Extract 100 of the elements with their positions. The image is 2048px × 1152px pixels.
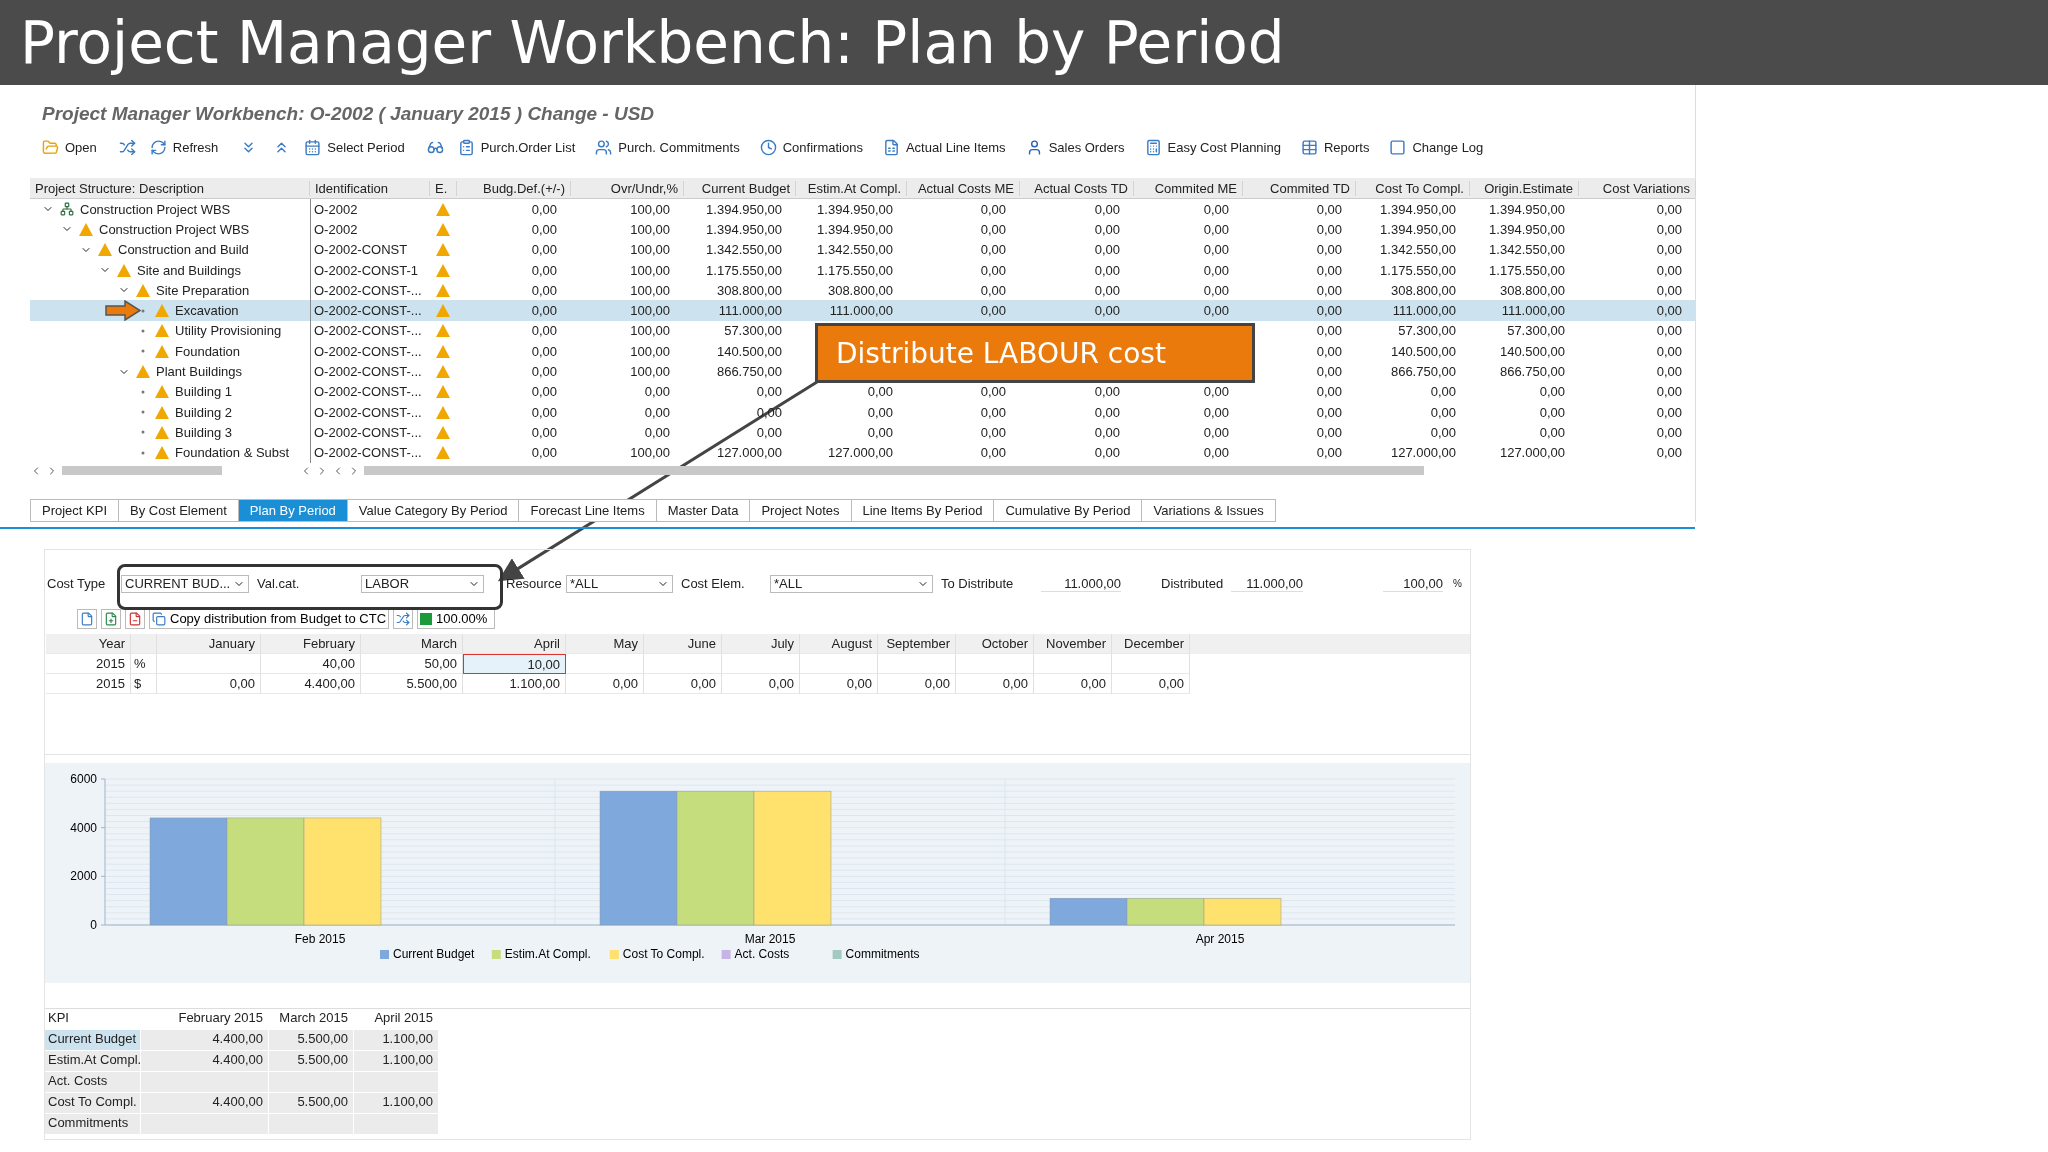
column-header[interactable]: Estim.At Compl.: [796, 180, 907, 196]
toolbar-button[interactable]: Change Log: [1383, 133, 1498, 161]
toolbar-button[interactable]: Purch. Commitments: [589, 133, 754, 161]
table-cell[interactable]: [644, 653, 722, 674]
toolbar-button[interactable]: [393, 608, 414, 629]
table-cell[interactable]: [566, 653, 644, 674]
table-cell[interactable]: 40,00: [261, 653, 361, 674]
tab[interactable]: By Cost Element: [118, 498, 238, 522]
column-header[interactable]: Commited ME: [1134, 180, 1243, 196]
tab[interactable]: Plan By Period: [237, 498, 347, 522]
scrollbar[interactable]: [364, 466, 1424, 476]
table-cell: O-2002-CONST-...: [310, 361, 430, 382]
toolbar-button[interactable]: Select Period: [298, 133, 419, 161]
table-cell[interactable]: 0,00: [956, 673, 1034, 694]
tree-label[interactable]: Site Preparation: [156, 282, 250, 298]
tree-label[interactable]: Utility Provisioning: [175, 323, 282, 339]
table-cell[interactable]: 0,00: [1112, 673, 1190, 694]
table-cell[interactable]: [956, 653, 1034, 674]
dropdown[interactable]: LABOR: [361, 574, 484, 593]
table-cell[interactable]: [1034, 653, 1112, 674]
tree-label[interactable]: Building 2: [175, 404, 233, 420]
toolbar-button[interactable]: Actual Line Items: [876, 133, 1020, 161]
column-header[interactable]: Ovr/Undr,%: [571, 180, 684, 196]
tree-label[interactable]: Construction Project WBS: [80, 201, 231, 217]
toolbar-button[interactable]: Sales Orders: [1019, 133, 1139, 161]
tree-label[interactable]: Foundation & Subst: [175, 445, 290, 461]
table-cell[interactable]: 0,00: [1034, 673, 1112, 694]
tree-label[interactable]: Building 1: [175, 384, 233, 400]
row-header[interactable]: Cost To Compl.: [45, 1092, 141, 1114]
tree-label[interactable]: Building 3: [175, 424, 233, 440]
toolbar-button[interactable]: Confirmations: [753, 133, 877, 161]
selected-row[interactable]: Excavation O-2002-CONST-... 0,00 100,00 111.000,00 111.000,00 0,00 0,00 0,00 0,00 111.000,00 111.000,00 0,00: [30, 300, 1695, 321]
tree-label[interactable]: Excavation: [175, 303, 239, 319]
tree-label[interactable]: Foundation: [175, 343, 241, 359]
table-cell[interactable]: 5.500,00: [361, 673, 463, 694]
table-cell-text: 0,00: [1316, 424, 1343, 440]
table-cell[interactable]: 10,00: [463, 653, 566, 674]
unit-text: %: [1453, 578, 1462, 590]
column-header[interactable]: E.: [430, 180, 457, 196]
table-cell[interactable]: 0,00: [722, 673, 800, 694]
scrollbar[interactable]: [62, 466, 222, 476]
table-cell[interactable]: 0,00: [800, 673, 878, 694]
tab[interactable]: Line Items By Period: [850, 498, 994, 522]
column-header[interactable]: Budg.Def.(+/-): [457, 180, 571, 196]
toolbar-button[interactable]: [125, 608, 145, 629]
column-header[interactable]: Cost To Compl.: [1356, 180, 1470, 196]
pointer-arrow-icon: [105, 300, 141, 322]
table-cell[interactable]: 1.100,00: [463, 673, 566, 694]
table-cell-text: 0,00: [644, 424, 671, 440]
users-icon: [595, 138, 613, 156]
column-header[interactable]: Project Structure: Description: [30, 180, 310, 196]
table-cell: $: [131, 673, 157, 694]
share-dropdown[interactable]: 100.00%: [417, 608, 496, 629]
tab[interactable]: Master Data: [655, 498, 750, 522]
toolbar-button[interactable]: Refresh: [143, 133, 233, 161]
column-header[interactable]: Origin.Estimate: [1470, 180, 1579, 196]
tab[interactable]: Variations & Issues: [1141, 498, 1276, 522]
tab[interactable]: Project KPI: [30, 498, 119, 522]
tab[interactable]: Project Notes: [749, 498, 851, 522]
table-cell[interactable]: [722, 653, 800, 674]
tree-label[interactable]: Site and Buildings: [137, 262, 242, 278]
copy-button[interactable]: Copy distribution from Budget to CTC: [149, 608, 390, 629]
column-header[interactable]: Current Budget: [684, 180, 796, 196]
column-header[interactable]: Actual Costs ME: [907, 180, 1020, 196]
tree-label[interactable]: Construction and Build: [118, 242, 249, 258]
column-header[interactable]: Identification: [310, 180, 430, 196]
table-cell[interactable]: [1112, 653, 1190, 674]
table-cell[interactable]: [157, 653, 261, 674]
table-cell[interactable]: [878, 653, 956, 674]
tree-label[interactable]: Construction Project WBS: [99, 221, 250, 237]
toolbar-button[interactable]: Open: [36, 133, 111, 161]
dropdown[interactable]: *ALL: [770, 574, 933, 593]
table-cell[interactable]: 0,00: [644, 673, 722, 694]
column-header[interactable]: Commited TD: [1243, 180, 1356, 196]
table-cell[interactable]: 0,00: [157, 673, 261, 694]
table-cell[interactable]: 0,00: [566, 673, 644, 694]
row-header[interactable]: Act. Costs: [45, 1071, 141, 1093]
table-cell[interactable]: 4.400,00: [261, 673, 361, 694]
row-header[interactable]: Current Budget: [45, 1029, 141, 1051]
dropdown[interactable]: CURRENT BUD...: [121, 574, 249, 593]
table-cell-text: 0,00: [531, 221, 558, 237]
warning-icon: [436, 202, 450, 216]
copy-icon: [152, 611, 166, 626]
row-header[interactable]: Commitments: [45, 1113, 141, 1135]
column-header[interactable]: Actual Costs TD: [1020, 180, 1134, 196]
tree-label[interactable]: Plant Buildings: [156, 364, 242, 379]
row-header[interactable]: Estim.At Compl.: [45, 1050, 141, 1072]
table-cell-text: 0,00: [531, 201, 558, 217]
toolbar-button[interactable]: Reports: [1294, 133, 1384, 161]
tab[interactable]: Cumulative By Period: [993, 498, 1142, 522]
column-header[interactable]: Cost Variations: [1579, 180, 1696, 196]
table-cell[interactable]: [800, 653, 878, 674]
table-cell-text: 57.300,00: [724, 323, 783, 339]
table-cell: 5.500,00: [269, 1050, 354, 1072]
tab[interactable]: Value Category By Period: [346, 498, 519, 522]
dropdown[interactable]: *ALL: [566, 574, 673, 593]
table-cell[interactable]: 0,00: [878, 673, 956, 694]
tab[interactable]: Forecast Line Items: [518, 498, 656, 522]
toolbar-button[interactable]: Easy Cost Planning: [1138, 133, 1295, 161]
toolbar-button[interactable]: Purch.Order List: [451, 133, 590, 161]
